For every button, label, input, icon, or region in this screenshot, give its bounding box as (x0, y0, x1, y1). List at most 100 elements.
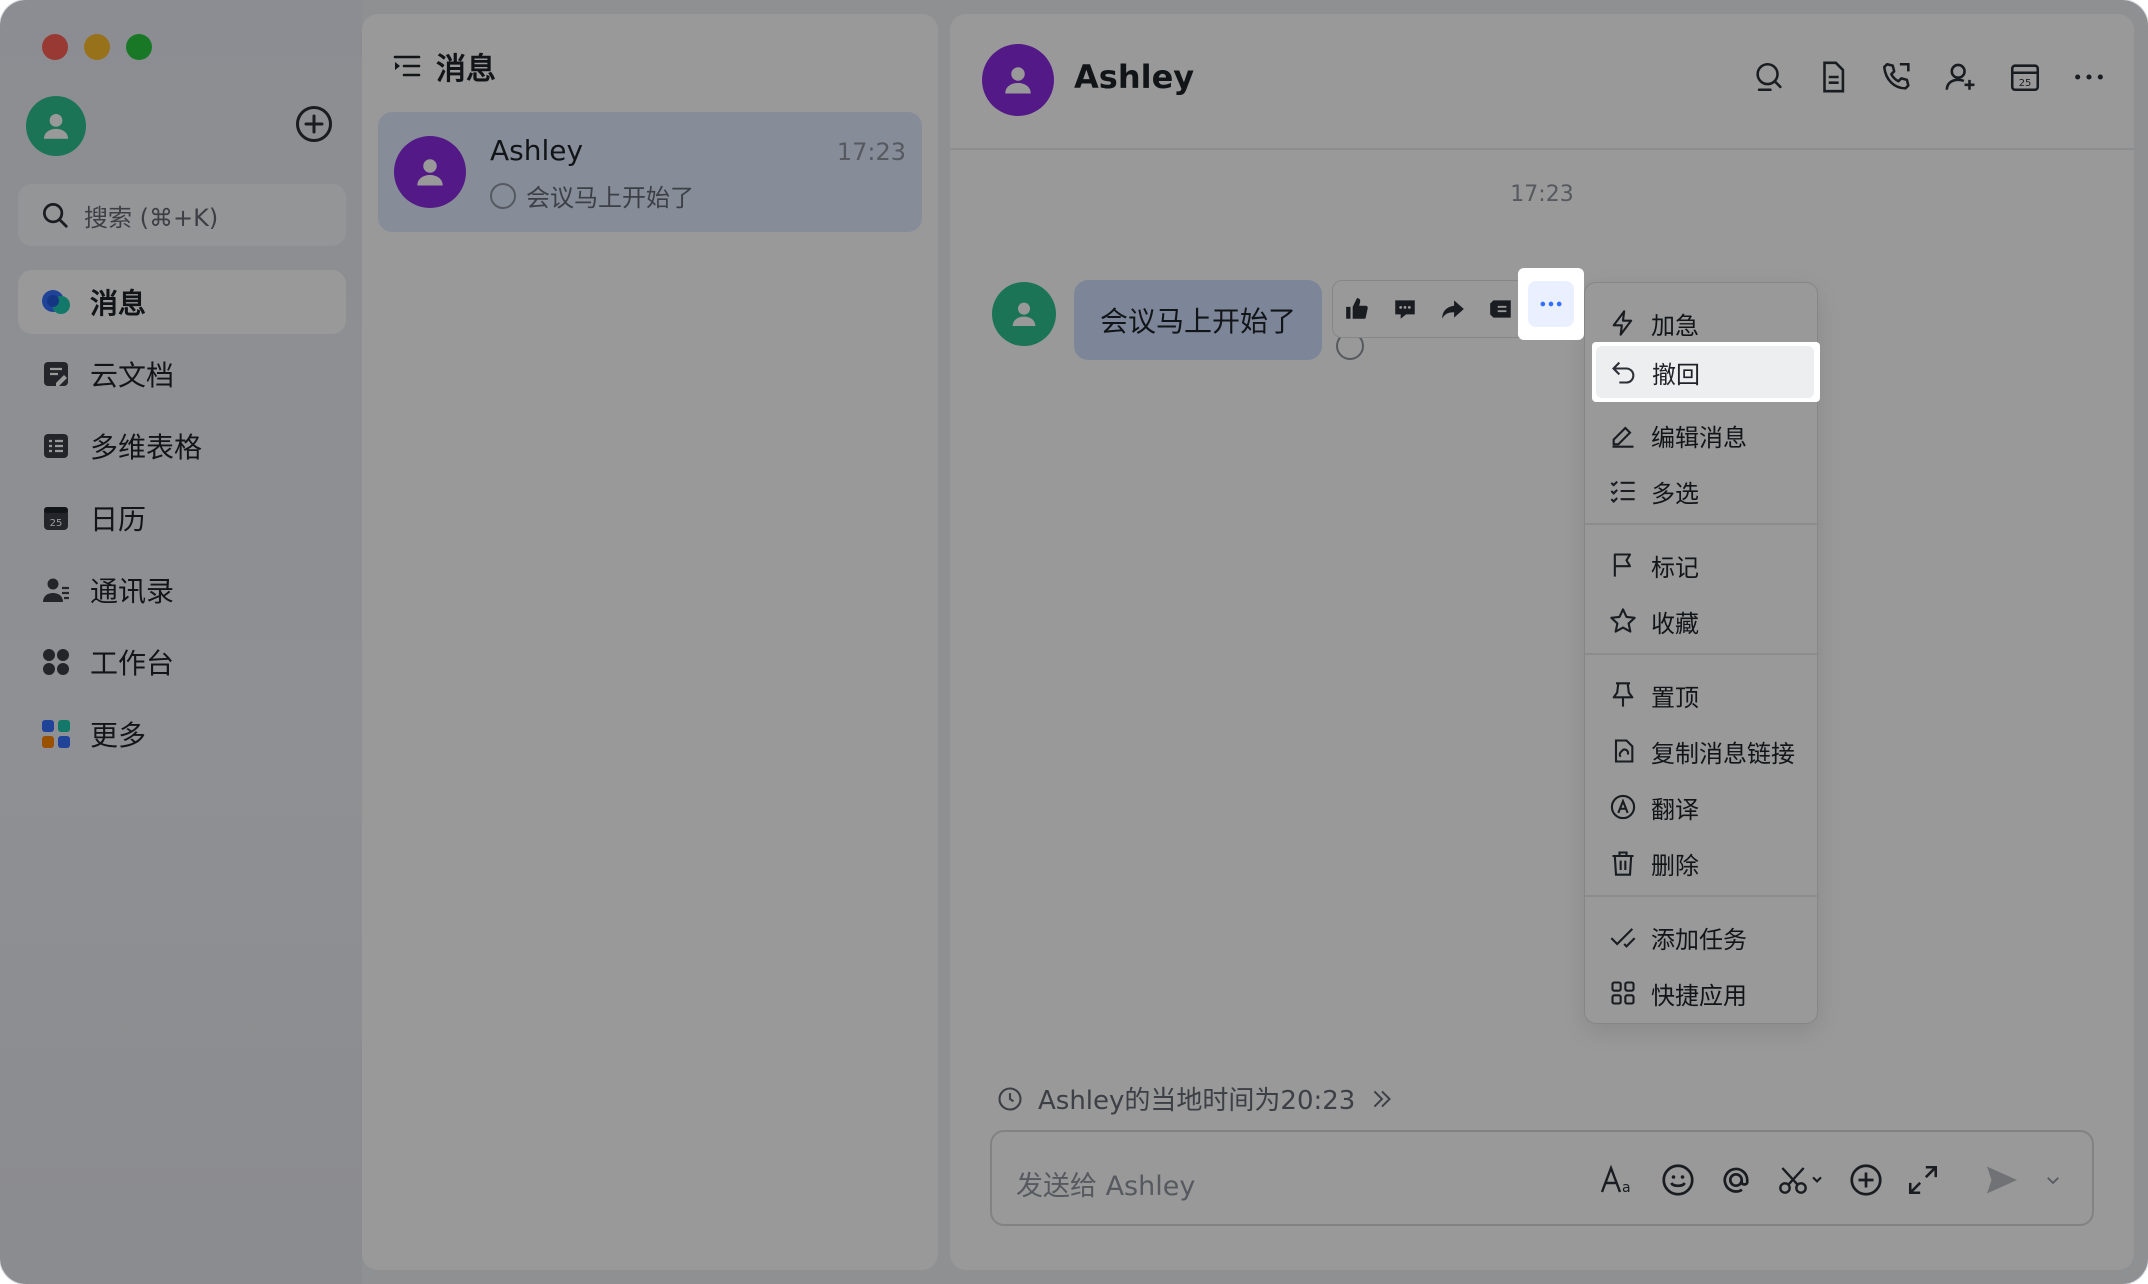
collapse-list-icon[interactable] (392, 51, 422, 81)
sidebar-nav: 消息 云文档 多维表格 25 日历 通讯录 工作台 更多 (18, 270, 346, 774)
menu-item-label: 复制消息链接 (1651, 739, 1795, 768)
chat-list-title: 消息 (436, 52, 496, 87)
sidebar-item-messages[interactable]: 消息 (18, 270, 346, 334)
sidebar-item-more[interactable]: 更多 (18, 702, 346, 766)
sidebar-item-contacts[interactable]: 通讯录 (18, 558, 346, 622)
menu-item-label: 编辑消息 (1651, 423, 1747, 452)
plus-icon (304, 114, 324, 134)
expand-composer-button[interactable] (1906, 1158, 1940, 1202)
calendar-icon: 25 (2010, 64, 2040, 92)
message-more-button[interactable] (1518, 268, 1584, 340)
person-icon (1012, 302, 1036, 326)
sidebar-item-docs[interactable]: 云文档 (18, 342, 346, 406)
message-composer[interactable]: 发送给 Ashley a (990, 1130, 2094, 1226)
composer-toolbar: a (1600, 1158, 2062, 1202)
trash-icon (1612, 851, 1634, 876)
forward-icon (1442, 300, 1464, 319)
chat-contact-name: Ashley (1074, 58, 1195, 96)
menu-item-label: 撤回 (1652, 360, 1700, 389)
smiley-icon (1662, 1164, 1694, 1196)
menu-divider (1585, 653, 1819, 655)
calendar-icon: 25 (40, 502, 72, 534)
thumbs-up-icon (1346, 298, 1368, 319)
chat-header-toolbar: 25 (1750, 58, 2108, 96)
double-chevron-right-icon (1374, 1090, 1392, 1107)
menu-item-multiselect[interactable]: 多选 (1585, 463, 1819, 519)
menu-item-flag[interactable]: 标记 (1585, 537, 1819, 593)
menu-item-label: 标记 (1651, 553, 1699, 582)
message-bubble[interactable]: 会议马上开始了 (1074, 280, 1323, 360)
sidebar-item-base[interactable]: 多维表格 (18, 414, 346, 478)
send-icon (1987, 1166, 2017, 1194)
sidebar-item-workplace[interactable]: 工作台 (18, 630, 346, 694)
chat-time: 17:23 (836, 138, 906, 166)
menu-item-edit[interactable]: 编辑消息 (1585, 407, 1819, 463)
svg-text:25: 25 (50, 518, 63, 529)
screenshot-button[interactable] (1776, 1158, 1826, 1202)
docs-icon (40, 358, 72, 390)
document-icon (1823, 61, 1845, 93)
menu-divider (1585, 895, 1819, 897)
base-table-icon (40, 430, 72, 462)
send-options-button[interactable] (2044, 1158, 2062, 1202)
more-apps-icon (40, 718, 72, 750)
app-window: 搜索 (⌘+K) 消息 云文档 多维表格 25 日历 通讯录 工作台 更多 消息… (0, 0, 2148, 1284)
translate-icon (1610, 794, 1636, 820)
window-controls (42, 34, 152, 60)
menu-item-pin[interactable]: 置顶 (1585, 667, 1819, 723)
add-member-button[interactable] (1942, 58, 1980, 96)
calendar-button[interactable]: 25 (2006, 58, 2044, 96)
timezone-notice[interactable]: Ashley的当地时间为20:23 (996, 1080, 1395, 1117)
more-options-button[interactable] (2070, 58, 2108, 96)
menu-item-recall[interactable]: 撤回 (1592, 342, 1820, 402)
text-format-button[interactable]: a (1600, 1158, 1638, 1202)
list-item[interactable]: Ashley 17:23 会议马上开始了 (378, 112, 922, 232)
sidebar: 搜索 (⌘+K) 消息 云文档 多维表格 25 日历 通讯录 工作台 更多 (0, 0, 362, 1284)
my-avatar[interactable] (26, 96, 86, 156)
zoom-window-button[interactable] (126, 34, 152, 60)
mention-button[interactable] (1718, 1158, 1754, 1202)
search-input[interactable]: 搜索 (⌘+K) (18, 184, 346, 246)
menu-item-translate[interactable]: 翻译 (1585, 779, 1819, 835)
thumbs-up-button[interactable] (1333, 280, 1381, 338)
undo-icon (1612, 361, 1635, 384)
menu-item-favorite[interactable]: 收藏 (1585, 593, 1819, 649)
contacts-icon (40, 574, 72, 606)
avatar[interactable] (992, 282, 1056, 346)
create-new-button[interactable] (296, 106, 332, 142)
scissors-icon (1779, 1167, 1822, 1194)
menu-item-add-task[interactable]: 添加任务 (1585, 909, 1819, 965)
sidebar-item-calendar[interactable]: 25 日历 (18, 486, 346, 550)
search-chat-button[interactable] (1750, 58, 1788, 96)
add-attachment-button[interactable] (1848, 1158, 1884, 1202)
sidebar-item-label: 日历 (90, 503, 147, 536)
sidebar-item-label: 云文档 (90, 359, 175, 392)
phone-icon (1882, 62, 1910, 90)
reply-button[interactable] (1381, 280, 1429, 338)
thread-icon (1490, 300, 1511, 318)
plus-circle-icon (1850, 1164, 1882, 1196)
chat-docs-button[interactable] (1814, 58, 1852, 96)
add-user-icon (1945, 63, 1975, 90)
emoji-button[interactable] (1660, 1158, 1696, 1202)
menu-item-label: 置顶 (1651, 683, 1699, 712)
close-window-button[interactable] (42, 34, 68, 60)
more-horizontal-icon (2075, 74, 2103, 80)
sidebar-item-label: 更多 (90, 719, 147, 752)
forward-button[interactable] (1429, 280, 1477, 338)
timezone-text: Ashley的当地时间为20:23 (1038, 1086, 1356, 1116)
pin-icon (1612, 682, 1634, 707)
menu-item-copy-link[interactable]: 复制消息链接 (1585, 723, 1819, 779)
flag-icon (1613, 553, 1632, 577)
chat-list-panel: 消息 Ashley 17:23 会议马上开始了 (362, 14, 938, 1270)
person-icon (1005, 67, 1031, 94)
text-format-icon: a (1600, 1164, 1631, 1196)
menu-item-label: 删除 (1651, 851, 1699, 880)
avatar[interactable] (982, 44, 1054, 116)
call-button[interactable] (1878, 58, 1916, 96)
menu-item-label: 快捷应用 (1651, 981, 1747, 1010)
minimize-window-button[interactable] (84, 34, 110, 60)
menu-item-delete[interactable]: 删除 (1585, 835, 1819, 891)
menu-item-quick-apps[interactable]: 快捷应用 (1585, 965, 1819, 1021)
send-button[interactable] (1982, 1158, 2022, 1202)
